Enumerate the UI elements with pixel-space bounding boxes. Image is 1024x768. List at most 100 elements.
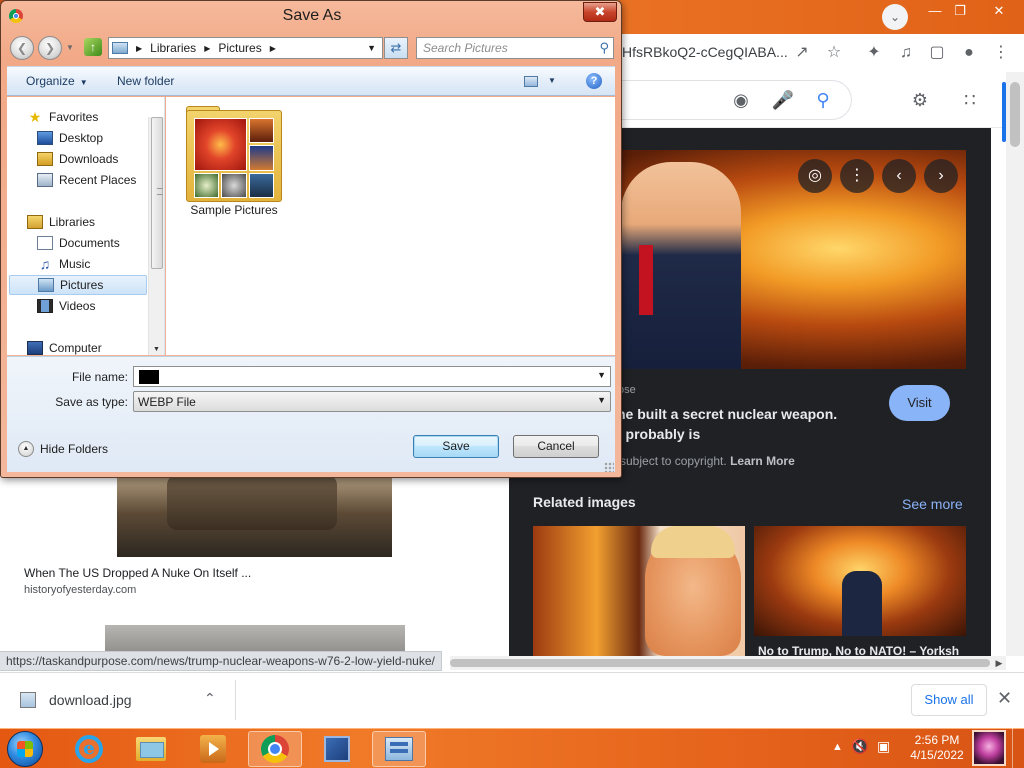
media-control-icon[interactable]: ♫ [895,42,917,64]
related-images-heading: Related images [533,494,636,510]
result-source[interactable]: historyofyesterday.com [24,584,136,596]
maximize-button[interactable]: ❐ [945,0,975,22]
download-filename[interactable]: download.jpg [49,692,132,708]
cancel-button[interactable]: Cancel [513,435,599,458]
scroll-right-icon[interactable]: ▶ [993,656,1005,670]
chevron-down-icon[interactable]: ▼ [367,43,376,53]
nav-item-videos[interactable]: Videos [37,296,164,316]
libraries-icon [112,42,128,54]
tab-search-button[interactable]: ⌄ [882,4,908,30]
apps-grid-icon[interactable]: ∷ [957,87,983,113]
start-button[interactable] [7,731,43,767]
internet-explorer-icon[interactable]: e [62,731,116,767]
lens-search-icon[interactable]: ◎ [798,159,832,193]
nav-item-computer[interactable]: Computer [27,338,164,355]
show-all-button[interactable]: Show all [911,684,987,716]
show-desktop-button[interactable] [1012,728,1024,768]
dialog-close-button[interactable]: ✖ [583,2,617,22]
nav-item-downloads[interactable]: Downloads [37,149,164,169]
nav-item-music[interactable]: ♫ Music [37,254,164,274]
share-icon[interactable]: ↗ [791,42,813,64]
chevron-down-icon[interactable]: ▼ [597,370,606,380]
side-panel-icon[interactable]: ▢ [926,42,948,64]
close-window-button[interactable]: ✕ [984,0,1014,22]
folder-label[interactable]: Sample Pictures [180,203,288,217]
new-folder-button[interactable]: New folder [117,74,174,88]
breadcrumb-pictures[interactable]: Pictures [218,41,261,55]
search-icon[interactable]: ⚲ [599,40,609,56]
breadcrumb-libraries[interactable]: Libraries [150,41,196,55]
profile-icon[interactable]: ● [958,42,980,64]
address-bar-text[interactable]: HfsRBkoQ2-cCegQIABA... [622,44,788,60]
chevron-down-icon[interactable]: ▼ [597,395,606,405]
recent-places-icon [37,173,53,187]
result-image[interactable] [117,470,392,557]
nav-item-pictures[interactable]: Pictures [9,275,147,295]
horizontal-scrollbar[interactable] [450,656,1006,670]
nav-item-desktop[interactable]: Desktop [37,128,164,148]
media-player-icon[interactable] [186,731,240,767]
sample-pictures-folder[interactable] [186,106,282,202]
organize-menu[interactable]: Organize ▼ [26,74,88,88]
navigation-scrollbar[interactable]: ▼ [148,117,164,355]
more-options-icon[interactable]: ⋮ [840,159,874,193]
scrollbar-thumb[interactable] [151,117,163,269]
see-more-link[interactable]: See more [902,496,963,512]
bookmark-star-icon[interactable]: ☆ [823,42,845,64]
close-icon[interactable]: ✕ [997,688,1012,709]
learn-more-link[interactable]: Learn More [730,454,795,468]
hide-folders-toggle[interactable]: ▲ Hide Folders [18,441,108,457]
related-image[interactable] [533,526,745,656]
preview-caption[interactable]: he built a secret nuclear weapon. t prob… [617,404,887,444]
result-title[interactable]: When The US Dropped A Nuke On Itself ... [24,566,251,580]
chevron-down-icon: ▼ [79,78,88,87]
nav-item-recent-places[interactable]: Recent Places [37,170,164,190]
copyright-notice: subject to copyright. Learn More [620,454,795,468]
scroll-down-icon[interactable]: ▼ [153,346,160,353]
system-clock[interactable]: 2:56 PM 4/15/2022 [904,733,970,763]
save-button[interactable]: Save [413,435,499,458]
related-image[interactable] [754,526,966,636]
videos-icon [37,299,53,313]
extensions-icon[interactable]: ✦ [863,42,885,64]
image-file-icon [20,692,36,708]
nav-item-favorites[interactable]: ★ Favorites [27,107,164,127]
windows-explorer-icon[interactable] [124,731,178,767]
virtualbox-icon[interactable] [310,731,364,767]
visit-button[interactable]: Visit [889,385,950,421]
search-input[interactable] [417,38,587,58]
libraries-icon [27,215,43,229]
chevron-up-icon[interactable]: ⌃ [204,690,216,707]
camera-search-icon[interactable]: ◉ [728,87,754,113]
network-icon[interactable]: ▣ [877,738,890,755]
show-hidden-icons[interactable]: ▲ [832,741,843,753]
page-scrollbar[interactable] [1002,72,1024,656]
file-name-input[interactable] [138,369,588,384]
view-options-dropdown[interactable]: ▼ [548,76,556,85]
next-image-icon[interactable]: › [924,159,958,193]
refresh-icon[interactable]: ⇄ [384,37,408,59]
search-icon[interactable]: ⚲ [810,87,836,113]
volume-muted-icon[interactable]: 🔇 [851,738,868,755]
change-view-icon[interactable] [524,76,538,87]
save-as-type-select[interactable]: WEBP File ▼ [133,391,611,412]
nav-item-libraries[interactable]: Libraries [27,212,164,232]
nav-item-documents[interactable]: Documents [37,233,164,253]
forward-button[interactable]: ❯ [38,36,62,60]
chrome-icon[interactable] [248,731,302,767]
settings-gear-icon[interactable]: ⚙ [907,87,933,113]
help-icon[interactable]: ? [586,73,602,89]
chrome-menu-icon[interactable]: ⋮ [990,42,1012,64]
search-pictures-field[interactable]: ⚲ [416,37,614,59]
resize-grip[interactable] [604,462,614,472]
breadcrumb[interactable]: ▶ Libraries ▶ Pictures ▶ ▼ [108,37,383,59]
back-button[interactable]: ❮ [10,36,34,60]
scrollbar-thumb[interactable] [1010,82,1020,147]
up-folder-icon[interactable]: ↑ [84,38,102,56]
file-name-field[interactable]: ▼ [133,366,611,387]
microphone-icon[interactable]: 🎤 [770,87,796,113]
previous-image-icon[interactable]: ‹ [882,159,916,193]
control-panel-icon[interactable] [372,731,426,767]
recent-locations-dropdown[interactable]: ▼ [66,43,74,52]
user-avatar[interactable] [972,730,1006,766]
